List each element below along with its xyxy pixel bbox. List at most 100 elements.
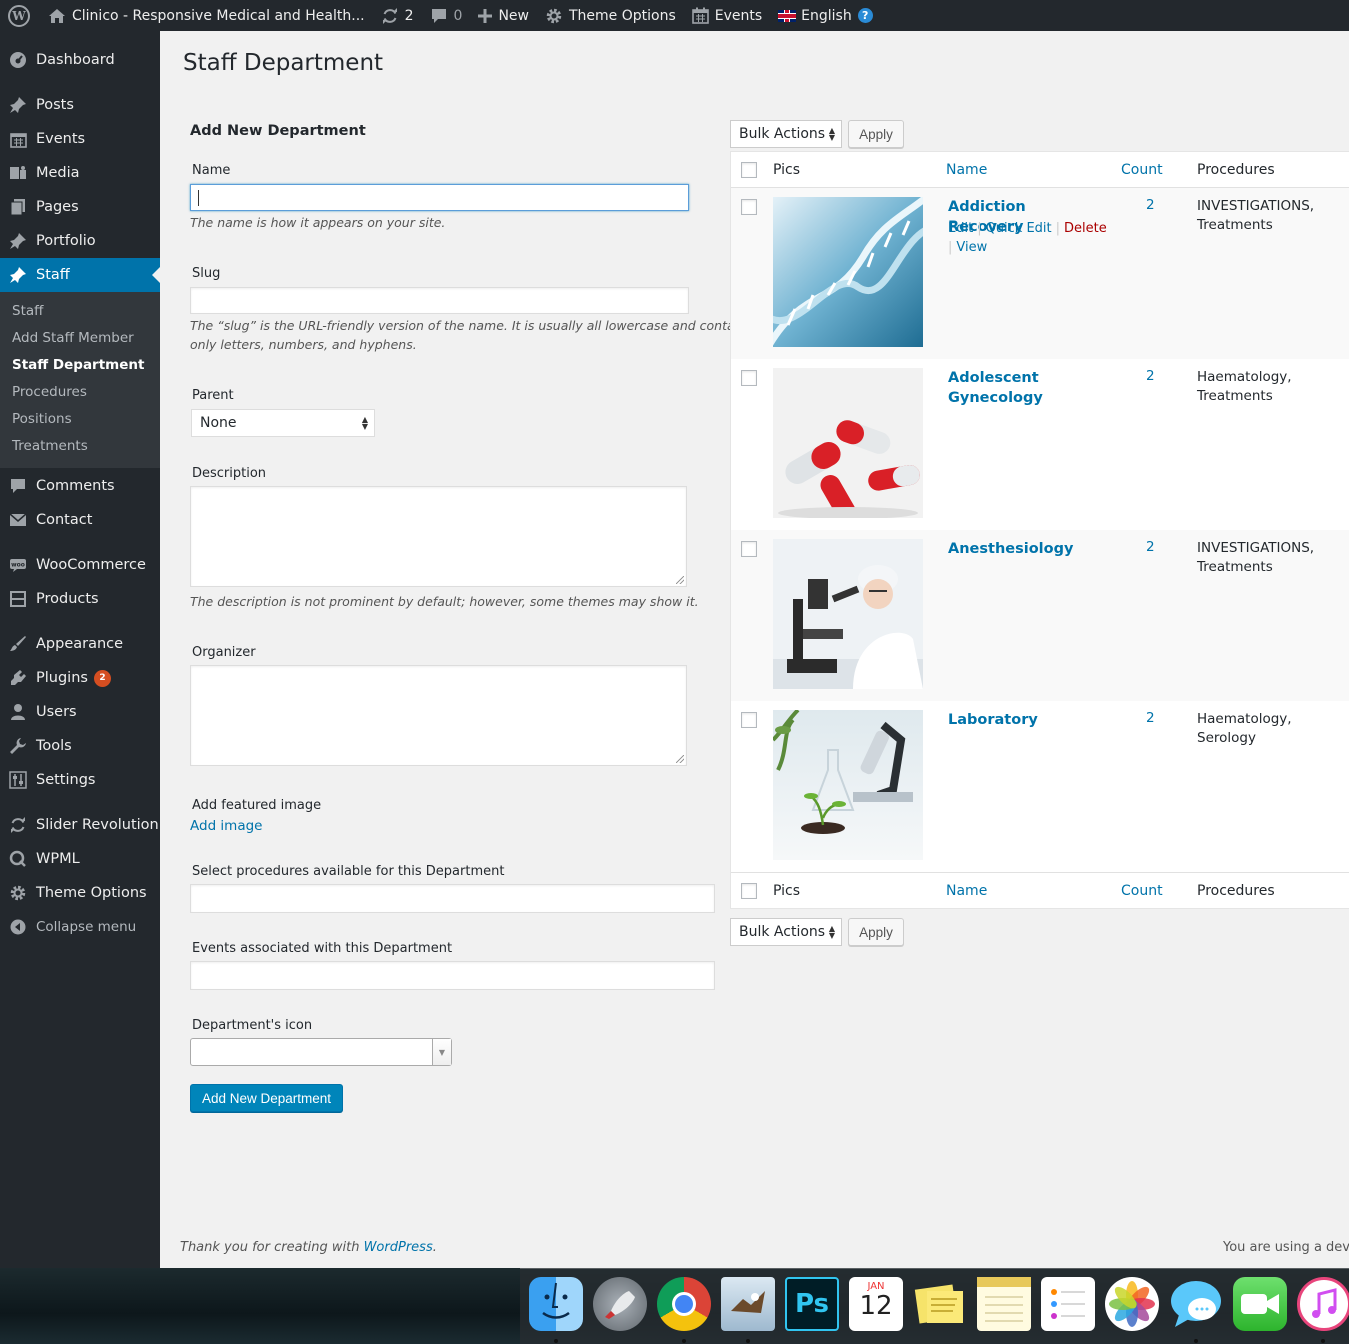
sidebar-item-dashboard[interactable]: Dashboard (0, 43, 160, 77)
select-all-checkbox[interactable] (741, 162, 757, 178)
updates-menu[interactable]: 2 (373, 0, 422, 31)
description-textarea[interactable] (190, 486, 687, 587)
events-input[interactable] (190, 961, 715, 990)
department-count[interactable]: 2 (1146, 710, 1155, 726)
sidebar-item-tools[interactable]: Tools (0, 729, 160, 763)
sidebar-item-media[interactable]: Media (0, 156, 160, 190)
collapse-menu-button[interactable]: Collapse menu (0, 910, 160, 944)
wordpress-link[interactable]: WordPress (364, 1240, 433, 1255)
resize-grip-icon[interactable] (676, 755, 684, 763)
sidebar-item-comments[interactable]: Comments (0, 469, 160, 503)
admin-sidebar: Dashboard Posts Events Media Pages Portf… (0, 31, 160, 1268)
sidebar-item-label: Posts (36, 97, 74, 113)
chrome-icon[interactable] (657, 1277, 711, 1331)
sidebar-item-events[interactable]: Events (0, 122, 160, 156)
sidebar-item-slider-revolution[interactable]: Slider Revolution (0, 808, 160, 842)
row-checkbox[interactable] (741, 370, 757, 386)
view-link[interactable]: View (956, 240, 987, 255)
theme-options-menu[interactable]: Theme Options (537, 0, 684, 31)
facetime-icon[interactable] (1233, 1277, 1287, 1331)
help-icon[interactable]: ? (857, 8, 873, 23)
sidebar-item-wpml[interactable]: WPML (0, 842, 160, 876)
sidebar-item-label: WooCommerce (36, 557, 146, 573)
submenu-item-positions[interactable]: Positions (12, 411, 72, 427)
stickies-icon[interactable] (913, 1277, 967, 1331)
footer-version: You are using a deve (1223, 1240, 1349, 1255)
department-name-link[interactable]: Laboratory (948, 710, 1098, 730)
sidebar-item-users[interactable]: Users (0, 695, 160, 729)
add-new-department-button[interactable]: Add New Department (190, 1084, 343, 1112)
sidebar-item-pages[interactable]: Pages (0, 190, 160, 224)
sidebar-item-contact[interactable]: Contact (0, 503, 160, 537)
submenu-item-add-staff-member[interactable]: Add Staff Member (12, 330, 134, 346)
row-checkbox[interactable] (741, 541, 757, 557)
sidebar-item-plugins[interactable]: Plugins 2 (0, 661, 160, 695)
sidebar-item-staff[interactable]: Staff (0, 258, 160, 292)
row-checkbox[interactable] (741, 199, 757, 215)
site-name-menu[interactable]: Clinico - Responsive Medical and Health.… (40, 0, 373, 31)
name-input[interactable] (190, 184, 689, 211)
notes-icon[interactable] (977, 1277, 1031, 1331)
pushpin-icon (10, 267, 26, 283)
messages-icon[interactable] (1169, 1277, 1223, 1331)
bulk-actions-select-top[interactable]: Bulk Actions ▲ ▼ (730, 120, 842, 148)
delete-link[interactable]: Delete (1064, 221, 1107, 236)
language-menu[interactable]: English ? (770, 0, 881, 31)
submenu-item-treatments[interactable]: Treatments (12, 438, 88, 454)
itunes-icon[interactable] (1297, 1277, 1349, 1331)
archive-icon (10, 591, 26, 607)
department-count[interactable]: 2 (1146, 197, 1155, 213)
new-content-menu[interactable]: New (470, 0, 537, 31)
comments-menu[interactable]: 0 (422, 0, 471, 31)
column-name[interactable]: Name (946, 162, 987, 178)
submenu-item-staff-department[interactable]: Staff Department (12, 357, 144, 373)
row-checkbox[interactable] (741, 712, 757, 728)
sidebar-item-products[interactable]: Products (0, 582, 160, 616)
comments-count: 0 (453, 7, 463, 24)
finder-icon[interactable] (529, 1277, 583, 1331)
sidebar-item-settings[interactable]: Settings (0, 763, 160, 797)
column-name[interactable]: Name (946, 883, 987, 899)
department-count[interactable]: 2 (1146, 539, 1155, 555)
department-name-link[interactable]: Adolescent Gynecology (948, 368, 1098, 408)
new-label: New (498, 7, 529, 24)
sidebar-item-posts[interactable]: Posts (0, 88, 160, 122)
department-name-link[interactable]: Anesthesiology (948, 539, 1098, 559)
sidebar-item-portfolio[interactable]: Portfolio (0, 224, 160, 258)
launchpad-rocket-icon[interactable] (593, 1277, 647, 1331)
sidebar-item-label: Tools (36, 738, 72, 754)
procedures-input[interactable] (190, 884, 715, 913)
reminders-icon[interactable] (1041, 1277, 1095, 1331)
table-row: Addiction Recovery Edit | Quick Edit | Delet… (731, 188, 1349, 359)
department-count[interactable]: 2 (1146, 368, 1155, 384)
calendar-app-icon[interactable]: JAN 12 (849, 1277, 903, 1331)
submenu-item-staff[interactable]: Staff (12, 303, 43, 319)
photos-icon[interactable] (1105, 1277, 1159, 1331)
photoshop-icon[interactable]: Ps (785, 1277, 839, 1331)
add-image-link[interactable]: Add image (190, 818, 262, 834)
edit-link[interactable]: Edit (948, 221, 973, 236)
sidebar-item-label: Events (36, 131, 86, 147)
mail-stamp-icon[interactable] (721, 1277, 775, 1331)
wordpress-logo-menu[interactable]: W (0, 0, 40, 31)
sidebar-item-label: Staff (36, 267, 70, 283)
sidebar-item-appearance[interactable]: Appearance (0, 627, 160, 661)
column-count[interactable]: Count (1121, 162, 1163, 178)
apply-button-bottom[interactable]: Apply (848, 918, 904, 946)
sidebar-item-theme-options[interactable]: Theme Options (0, 876, 160, 910)
slug-input[interactable] (190, 287, 689, 314)
parent-select[interactable]: None ▲ ▼ (191, 409, 375, 437)
events-menu[interactable]: Events (684, 0, 770, 31)
column-count[interactable]: Count (1121, 883, 1163, 899)
sidebar-item-woocommerce[interactable]: woo WooCommerce (0, 548, 160, 582)
bulk-actions-select-bottom[interactable]: Bulk Actions ▲ ▼ (730, 918, 842, 946)
icon-select[interactable]: ▼ (190, 1038, 452, 1066)
quick-edit-link[interactable]: Quick Edit (986, 221, 1052, 236)
submenu-item-procedures[interactable]: Procedures (12, 384, 87, 400)
uk-flag-icon (778, 9, 797, 22)
sidebar-item-label: Plugins (36, 670, 88, 686)
organizer-textarea[interactable] (190, 665, 687, 766)
apply-button-top[interactable]: Apply (848, 120, 904, 148)
select-all-checkbox-footer[interactable] (741, 883, 757, 899)
resize-grip-icon[interactable] (676, 576, 684, 584)
